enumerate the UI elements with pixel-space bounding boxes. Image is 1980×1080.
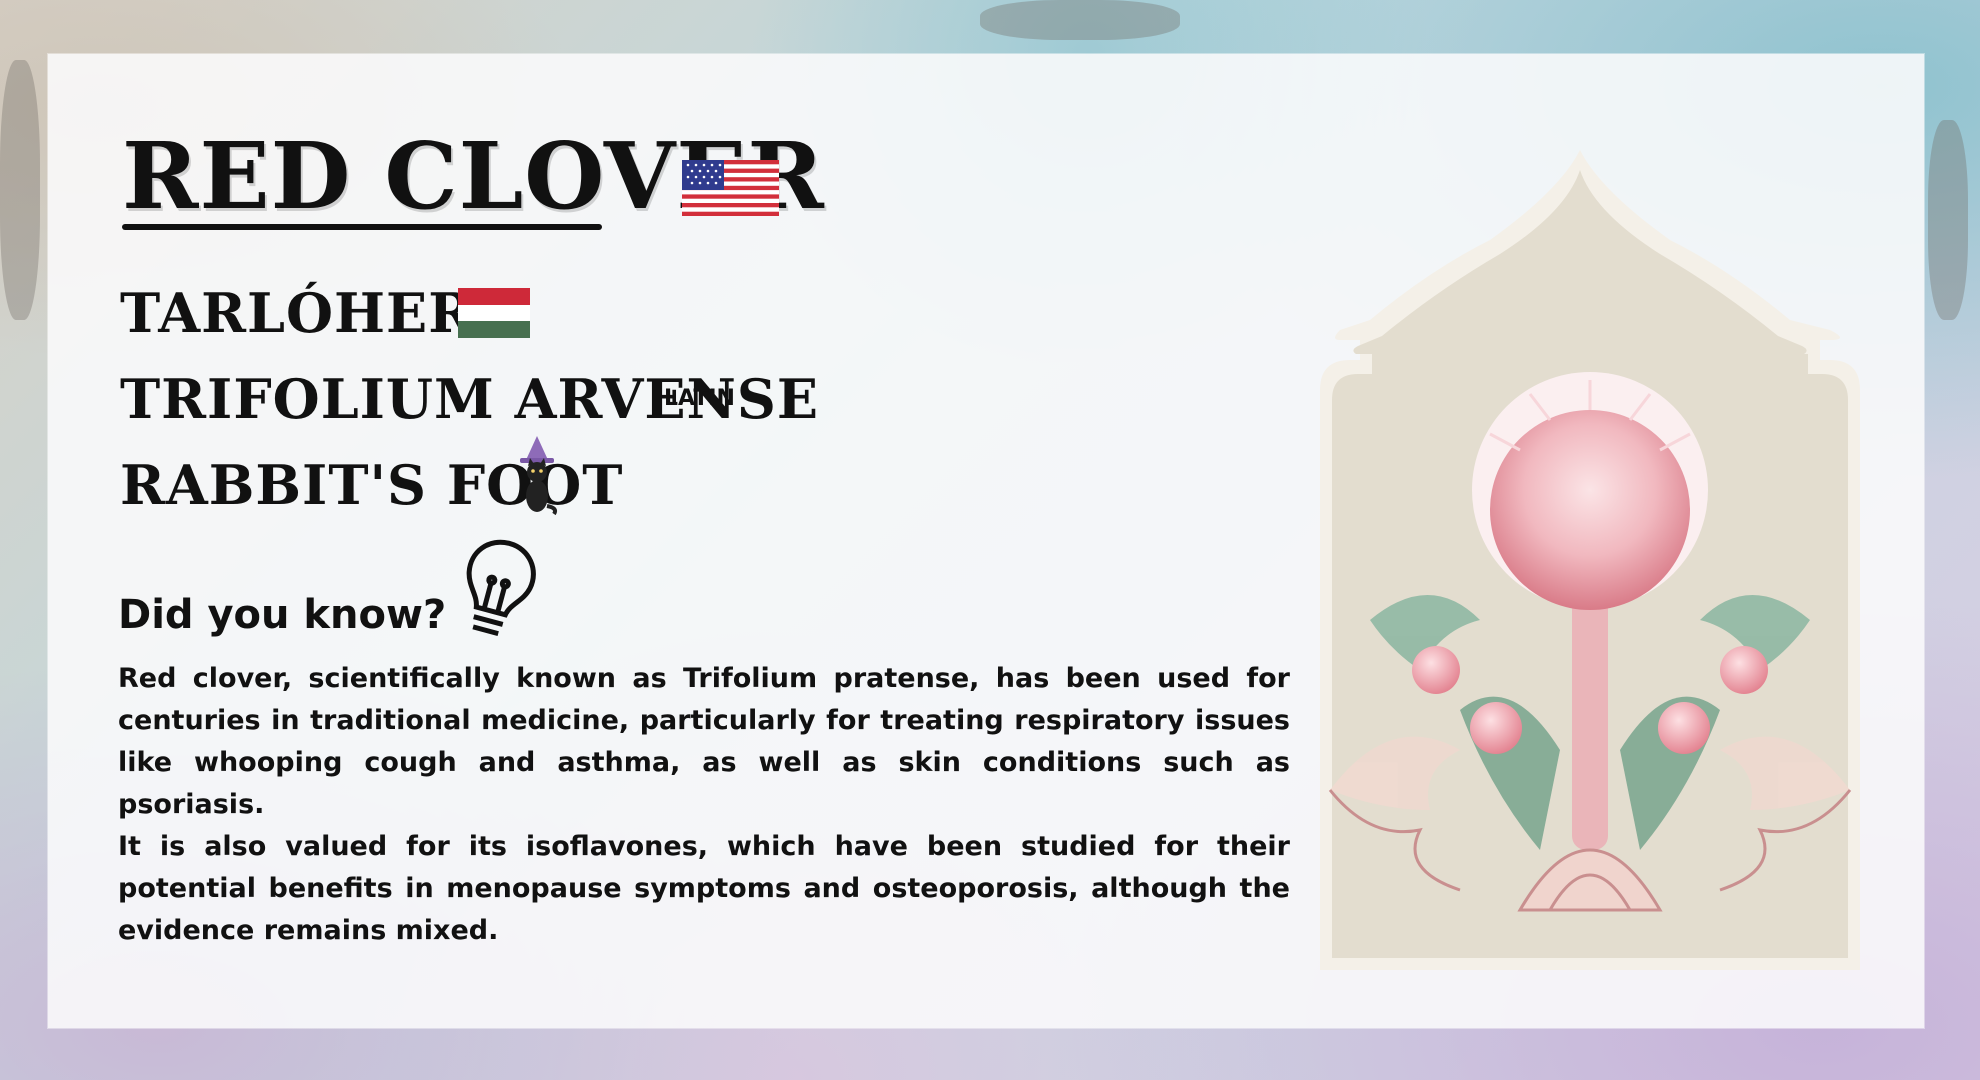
flag-us-icon (682, 160, 779, 216)
lightbulb-icon (466, 539, 536, 637)
did-you-know-body: Red clover, scientifically known as Trif… (118, 658, 1290, 952)
red-clover-illustration (1320, 150, 1860, 970)
title-underline (122, 224, 602, 230)
background-texture (1928, 120, 1968, 320)
latin-label: LATIN (664, 386, 735, 411)
background-texture (980, 0, 1180, 40)
background-texture (0, 60, 40, 320)
flag-hu-icon (458, 288, 530, 338)
witch-cat-icon (520, 436, 558, 516)
hungarian-name: TARLÓHERE (120, 281, 517, 345)
did-you-know-heading: Did you know? (118, 592, 447, 638)
fact-paragraph: Red clover, scientifically known as Trif… (118, 663, 1290, 820)
fact-paragraph: It is also valued for its isoflavones, w… (118, 831, 1290, 946)
